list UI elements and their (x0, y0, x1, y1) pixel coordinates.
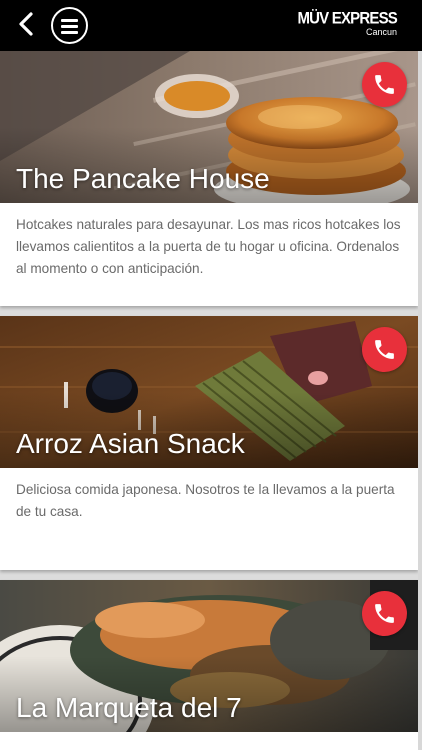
top-bar: MÜV EXPRESS Cancun (0, 0, 422, 51)
restaurant-card[interactable]: Arroz Asian Snack Deliciosa comida japon… (0, 316, 418, 570)
restaurant-description (0, 732, 418, 743)
phone-icon (375, 75, 394, 94)
restaurant-name: La Marqueta del 7 (16, 692, 242, 723)
restaurant-card[interactable]: La Marqueta del 7 (0, 580, 418, 750)
restaurant-photo: La Marqueta del 7 (0, 580, 418, 732)
restaurant-description: Hotcakes naturales para desayunar. Los m… (16, 217, 401, 276)
hamburger-menu-icon (61, 19, 78, 22)
brand-city: Cancun (365, 27, 397, 37)
phone-icon (375, 340, 394, 359)
back-button[interactable] (12, 10, 40, 40)
brand-name: MÜV EXPRESS (297, 9, 397, 28)
restaurant-name: Arroz Asian Snack (16, 428, 245, 459)
chevron-left-icon (19, 12, 33, 36)
restaurant-feed[interactable]: The Pancake House Hotcakes naturales par… (0, 51, 422, 750)
restaurant-card[interactable]: The Pancake House Hotcakes naturales par… (0, 51, 418, 306)
restaurant-photo: Arroz Asian Snack (0, 316, 418, 468)
restaurant-photo: The Pancake House (0, 51, 418, 203)
restaurant-name: The Pancake House (16, 163, 270, 194)
restaurant-description: Deliciosa comida japonesa. Nosotros te l… (16, 482, 395, 519)
brand-logo: MÜV EXPRESS Cancun (297, 9, 397, 37)
phone-icon (375, 604, 394, 623)
call-button[interactable] (362, 62, 407, 107)
call-button[interactable] (362, 327, 407, 372)
scrollbar[interactable] (418, 51, 422, 750)
menu-button[interactable] (51, 7, 88, 44)
call-button[interactable] (362, 591, 407, 636)
